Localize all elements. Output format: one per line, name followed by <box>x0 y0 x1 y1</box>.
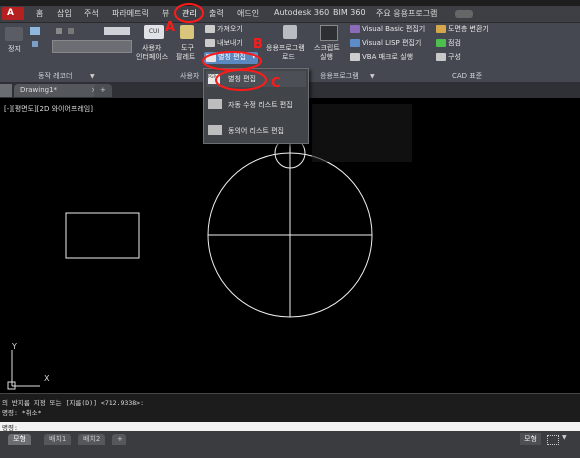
model-space-button[interactable]: 모형 <box>520 433 541 445</box>
status-chevron-icon[interactable]: ▼ <box>562 434 567 441</box>
annotation-overlay <box>174 3 267 91</box>
annotation-letter-a: A <box>165 20 176 35</box>
command-history-line: 의 반지름 지정 또는 [지름(D)] <712.9338>: <box>2 399 144 407</box>
command-input[interactable]: 명령: <box>0 422 580 432</box>
tab-layout1[interactable]: 배치1 <box>44 434 72 445</box>
tab-model[interactable]: 모형 <box>8 434 31 445</box>
status-bar: 모형 배치1 배치2 + 모형 ▼ <box>0 431 580 458</box>
annotation-circle-a <box>174 3 204 23</box>
grid-icon[interactable] <box>547 435 559 445</box>
command-history-line: 명령: *취소* <box>2 409 42 417</box>
annotation-circle-b <box>202 51 262 71</box>
annotation-letter-b: B <box>253 37 263 52</box>
annotation-letter-c: C <box>271 76 281 91</box>
add-layout-icon[interactable]: + <box>112 434 126 445</box>
annotation-circle-c <box>215 69 267 91</box>
tab-layout2[interactable]: 배치2 <box>78 434 106 445</box>
